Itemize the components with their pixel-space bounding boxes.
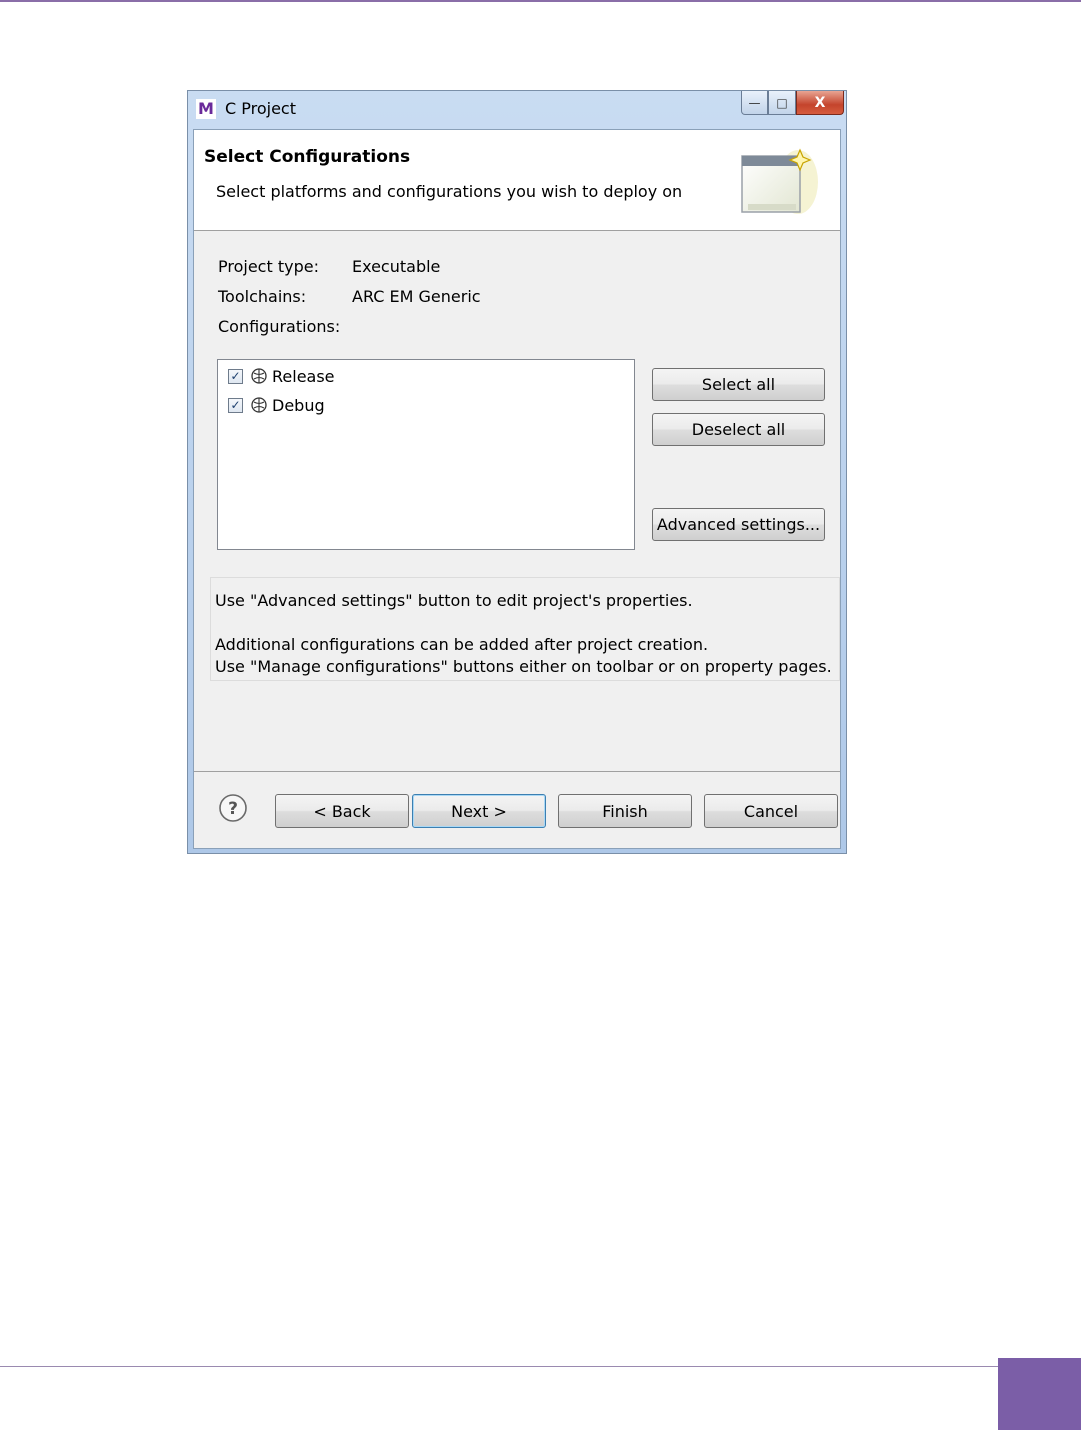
help-icon[interactable]: ? bbox=[218, 793, 248, 823]
release-checkbox[interactable]: ✓ bbox=[228, 368, 243, 384]
page-top-rule bbox=[0, 0, 1081, 2]
cancel-button[interactable]: Cancel bbox=[704, 794, 838, 828]
title-bar[interactable]: M C Project — □ X bbox=[188, 91, 846, 129]
project-type-value: Executable bbox=[352, 257, 441, 276]
close-button[interactable]: X bbox=[796, 91, 844, 115]
toolchains-label: Toolchains: bbox=[218, 287, 307, 306]
maximize-button[interactable]: □ bbox=[768, 91, 796, 115]
toolchains-value: ARC EM Generic bbox=[352, 287, 481, 306]
configuration-label: Release bbox=[272, 366, 335, 386]
debug-checkbox[interactable]: ✓ bbox=[228, 397, 243, 413]
configuration-icon bbox=[251, 368, 267, 384]
select-all-button[interactable]: Select all bbox=[652, 368, 825, 401]
deselect-all-button[interactable]: Deselect all bbox=[652, 413, 825, 446]
app-logo-icon: M bbox=[196, 99, 216, 119]
back-button[interactable]: < Back bbox=[275, 794, 409, 828]
advanced-settings-button[interactable]: Advanced settings... bbox=[652, 508, 825, 541]
finish-button[interactable]: Finish bbox=[558, 794, 692, 828]
footer-separator bbox=[194, 771, 840, 772]
c-project-dialog: M C Project — □ X Select Configurations … bbox=[187, 90, 847, 854]
configuration-icon bbox=[251, 397, 267, 413]
hint-line: Use "Manage configurations" buttons eith… bbox=[215, 657, 832, 676]
minimize-button[interactable]: — bbox=[741, 91, 768, 115]
page-corner-tab bbox=[998, 1358, 1081, 1430]
list-item[interactable]: ✓ Release bbox=[228, 365, 335, 387]
page-title: Select Configurations bbox=[204, 147, 411, 167]
configuration-label: Debug bbox=[272, 395, 325, 415]
hint-line: Additional configurations can be added a… bbox=[215, 635, 709, 654]
wizard-banner: Select Configurations Select platforms a… bbox=[194, 130, 840, 231]
window-title: C Project bbox=[225, 99, 296, 118]
page-bottom-rule bbox=[0, 1366, 1000, 1367]
project-type-label: Project type: bbox=[218, 257, 319, 276]
window-controls: — □ X bbox=[741, 91, 844, 117]
dialog-client-area: Select Configurations Select platforms a… bbox=[193, 129, 841, 849]
wizard-banner-icon bbox=[741, 148, 818, 214]
configurations-list[interactable]: ✓ Release ✓ Debug bbox=[217, 359, 635, 550]
list-item[interactable]: ✓ Debug bbox=[228, 394, 325, 416]
configurations-label: Configurations: bbox=[218, 317, 341, 336]
page-description: Select platforms and configurations you … bbox=[216, 182, 683, 201]
svg-text:?: ? bbox=[228, 799, 238, 819]
next-button[interactable]: Next > bbox=[412, 794, 546, 828]
hint-panel: Use "Advanced settings" button to edit p… bbox=[210, 577, 840, 681]
hint-line: Use "Advanced settings" button to edit p… bbox=[215, 591, 693, 610]
